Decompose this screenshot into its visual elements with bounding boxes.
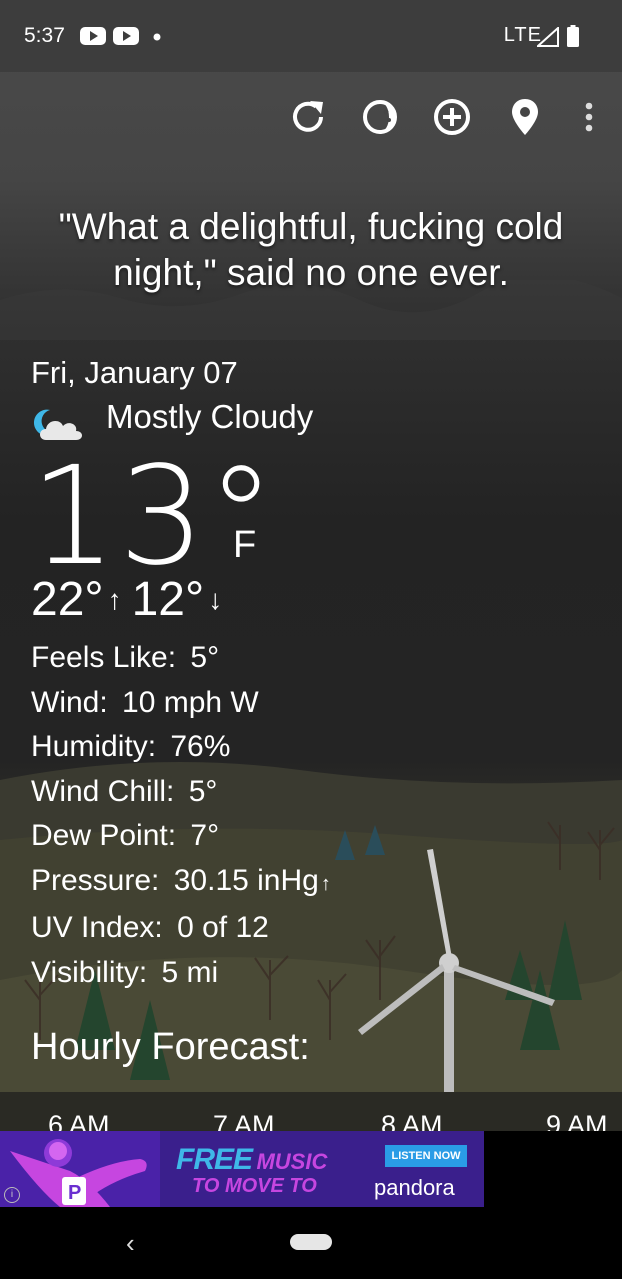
detail-label: Pressure: <box>31 863 160 897</box>
add-location-button[interactable] <box>427 92 477 142</box>
status-bar: 5:37 LTE <box>0 0 622 72</box>
arrow-up-icon: ↑ <box>107 583 122 615</box>
ad-info-icon[interactable]: i <box>4 1187 20 1203</box>
detail-value: 0 of 12 <box>177 911 269 944</box>
hour-label: 7 AM <box>213 1110 275 1132</box>
detail-row-visibility: Visibility: 5 mi <box>31 951 331 996</box>
hour-label: 8 AM <box>381 1110 443 1132</box>
location-pin-icon <box>512 99 538 135</box>
theme-button[interactable] <box>355 92 405 142</box>
ad-dancer-illustration: P <box>0 1131 160 1207</box>
hourly-forecast-title: Hourly Forecast: <box>31 1026 310 1068</box>
notification-dot-icon <box>153 33 161 41</box>
svg-text:P: P <box>68 1182 81 1204</box>
hour-label: 9 AM <box>546 1110 608 1132</box>
detail-label: Dew Point: <box>31 819 177 852</box>
detail-row-dew-point: Dew Point: 7° <box>31 814 331 859</box>
hourly-forecast-strip[interactable]: 6 AM 7 AM 8 AM 9 AM <box>0 1092 622 1132</box>
detail-value: 5° <box>188 774 218 808</box>
detail-value: 5° <box>190 641 220 674</box>
theme-icon <box>363 100 397 134</box>
forecast-date: Fri, January 07 <box>31 355 238 390</box>
youtube-icon <box>80 27 106 45</box>
arrow-down-icon: ↓ <box>208 583 223 615</box>
location-button[interactable] <box>500 92 550 142</box>
ad-music-text: MUSIC <box>256 1149 328 1174</box>
more-options-button[interactable] <box>564 92 614 142</box>
weather-details: Feels Like: 5° Wind: 10 mph W Humidity: … <box>31 636 331 995</box>
add-location-icon <box>434 99 470 135</box>
detail-value: 76% <box>170 730 231 763</box>
detail-label: Wind: <box>31 685 108 719</box>
detail-row-pressure: Pressure: 30.15 inHg ↑ <box>31 859 331 907</box>
condition-text: Mostly Cloudy <box>106 398 314 435</box>
temperature-unit: F <box>233 524 257 566</box>
detail-row-wind: Wind: 10 mph W <box>31 681 331 726</box>
current-temperature: 13° <box>30 438 278 596</box>
hour-label: 6 AM <box>48 1110 110 1132</box>
high-low: 22° ↑ 12° ↓ <box>31 572 232 627</box>
ad-listen-now-button[interactable]: LISTEN NOW <box>385 1145 467 1167</box>
detail-label: Visibility: <box>31 955 148 989</box>
battery-icon <box>567 25 579 47</box>
ad-banner[interactable]: P i FREE MUSIC TO MOVE TO LISTEN NOW pan… <box>0 1131 484 1207</box>
detail-label: UV Index: <box>31 911 163 944</box>
ad-subline: TO MOVE TO <box>192 1175 317 1197</box>
ad-brand-logo: pandora <box>374 1175 455 1200</box>
more-vert-icon <box>585 102 593 132</box>
status-time: 5:37 <box>24 24 65 47</box>
detail-row-uv-index: UV Index: 0 of 12 <box>31 906 331 951</box>
ad-headline: FREE MUSIC <box>176 1143 327 1177</box>
detail-value: 10 mph W <box>122 685 259 719</box>
detail-label: Feels Like: <box>31 641 177 674</box>
detail-row-humidity: Humidity: 76% <box>31 725 331 770</box>
weather-quote: "What a delightful, fucking cold night,"… <box>58 206 564 293</box>
ad-free-text: FREE <box>176 1143 253 1176</box>
refresh-button[interactable] <box>283 92 333 142</box>
high-temp: 22° <box>31 573 104 626</box>
back-button[interactable]: ‹ <box>126 1228 135 1259</box>
low-temp: 12° <box>131 573 205 626</box>
pressure-rising-icon: ↑ <box>320 872 331 895</box>
youtube-icon <box>113 27 139 45</box>
signal-icon <box>537 27 559 47</box>
detail-value: 30.15 inHg <box>173 863 319 897</box>
detail-row-feels-like: Feels Like: 5° <box>31 636 331 681</box>
ad-margin <box>484 1131 622 1207</box>
detail-label: Humidity: <box>31 730 157 763</box>
detail-row-wind-chill: Wind Chill: 5° <box>31 770 331 815</box>
detail-value: 7° <box>190 819 220 852</box>
detail-label: Wind Chill: <box>31 774 175 808</box>
home-pill[interactable] <box>290 1234 332 1250</box>
detail-value: 5 mi <box>161 955 219 989</box>
refresh-icon <box>293 101 323 132</box>
